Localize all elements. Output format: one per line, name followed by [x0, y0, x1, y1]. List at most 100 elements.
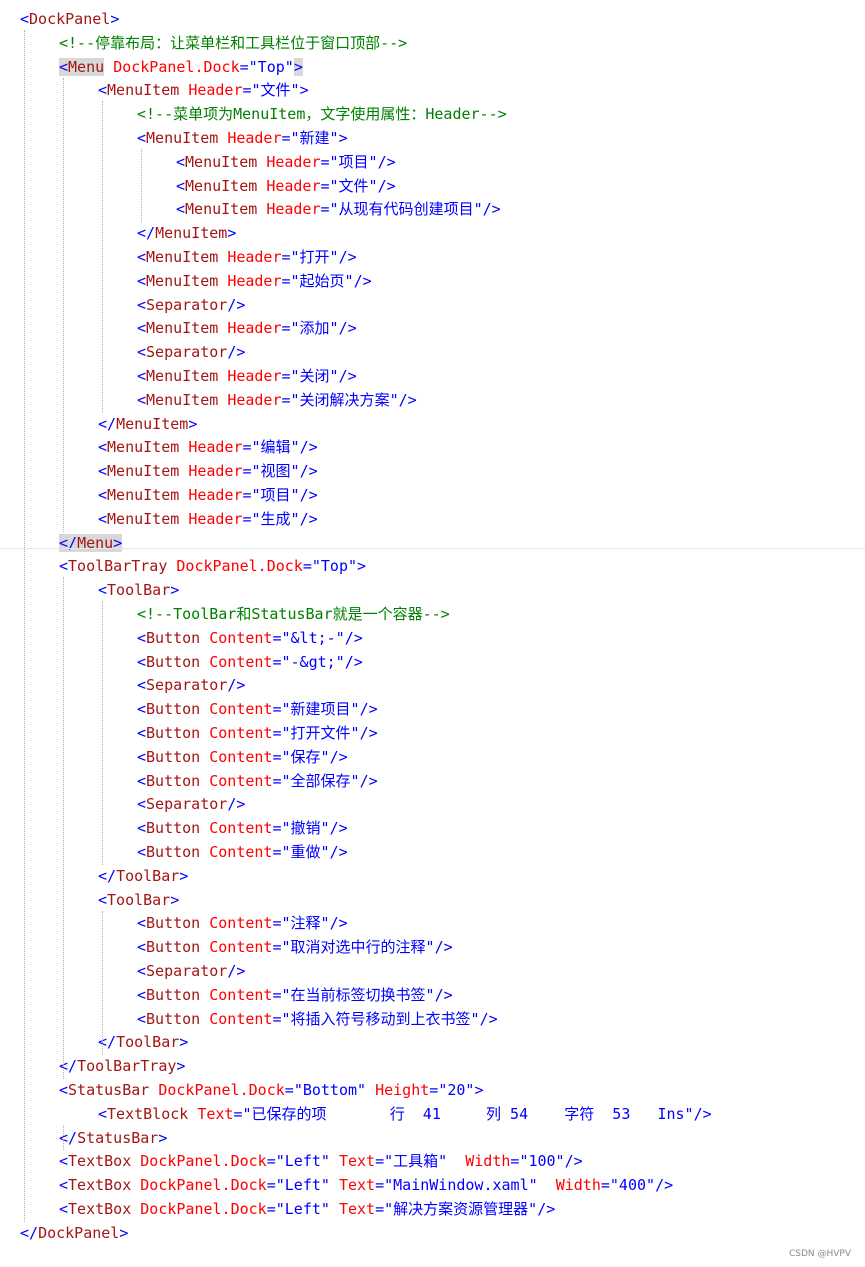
code-line: <Button Content="将插入符号移动到上衣书签"/>: [0, 1008, 865, 1032]
code-token: >: [170, 581, 180, 600]
code-line: </ToolBar>: [0, 1031, 865, 1055]
code-token: <: [176, 200, 186, 219]
code-line: <Separator/>: [0, 674, 865, 698]
code-token: Button: [146, 914, 201, 933]
code-line: <MenuItem Header="项目"/>: [0, 151, 865, 175]
indent-guide: [102, 101, 103, 413]
code-token: =: [600, 1176, 610, 1195]
code-token: Content: [209, 700, 273, 719]
code-token: "400": [609, 1176, 656, 1195]
code-token: />: [479, 1009, 498, 1028]
code-token: Button: [146, 771, 201, 790]
code-token: Separator: [146, 676, 228, 695]
code-line: <ToolBar>: [0, 889, 865, 913]
code-token: />: [227, 295, 246, 314]
code-token: =: [272, 938, 282, 957]
code-token: >: [299, 81, 309, 100]
code-token: />: [329, 819, 348, 838]
code-token: MenuItem: [146, 319, 219, 338]
code-token: "-&gt;": [281, 652, 345, 671]
code-token: <: [59, 557, 69, 576]
code-line: </DockPanel>: [0, 1222, 865, 1246]
code-token: Width: [465, 1152, 511, 1171]
code-token: <: [98, 890, 108, 909]
code-token: Header: [227, 129, 282, 147]
code-token: Content: [209, 819, 273, 838]
code-token: =: [272, 700, 282, 719]
code-line: <Button Content="在当前标签切换书签"/>: [0, 984, 865, 1008]
code-token: >: [338, 129, 348, 147]
code-line: <Button Content="撤销"/>: [0, 817, 865, 841]
code-line: <MenuItem Header="项目"/>: [0, 484, 865, 508]
code-token: Text: [197, 1104, 234, 1123]
code-token: <: [98, 1104, 108, 1123]
code-token: <: [137, 724, 147, 742]
code-token: DockPanel.Dock: [140, 1152, 267, 1171]
code-token: <: [137, 795, 147, 814]
code-line: <StatusBar DockPanel.Dock="Bottom" Heigh…: [0, 1079, 865, 1103]
code-token: Separator: [146, 962, 228, 980]
code-token: =: [266, 1176, 276, 1195]
code-token: />: [299, 438, 318, 457]
code-token: />: [359, 771, 378, 790]
code-token: />: [227, 676, 246, 695]
code-token: Width: [555, 1176, 601, 1195]
code-token: =: [242, 486, 252, 504]
code-token: <: [137, 652, 147, 671]
code-token: "起始页": [290, 271, 354, 290]
code-token: =: [242, 438, 252, 457]
code-line: <Separator/>: [0, 294, 865, 318]
code-token: ToolBar: [116, 1033, 180, 1052]
code-token: <: [20, 10, 30, 28]
code-line: <TextBox DockPanel.Dock="Left" Text="Mai…: [0, 1174, 865, 1198]
code-token: Separator: [146, 795, 228, 814]
code-token: />: [693, 1104, 712, 1123]
code-token: >: [110, 10, 120, 28]
code-token: "编辑": [251, 438, 300, 457]
code-line: <MenuItem Header="视图"/>: [0, 460, 865, 484]
code-token: =: [242, 81, 252, 100]
code-token: "100": [519, 1152, 565, 1171]
code-token: />: [537, 1200, 556, 1218]
code-token: =: [272, 843, 282, 861]
code-token: <: [137, 771, 147, 790]
code-token: =: [272, 724, 282, 742]
code-token: StatusBar: [77, 1128, 159, 1147]
code-line: <Button Content="取消对选中行的注释"/>: [0, 936, 865, 960]
code-line: <Button Content="重做"/>: [0, 841, 865, 865]
code-token: "关闭": [290, 367, 339, 385]
code-token: Button: [146, 724, 201, 742]
code-token: "保存": [281, 747, 330, 766]
code-token: <: [137, 248, 147, 266]
code-line: <MenuItem Header="文件"/>: [0, 175, 865, 199]
code-token: >: [227, 224, 237, 243]
code-token: MenuItem: [107, 462, 180, 481]
code-token: "生成": [251, 509, 300, 528]
code-token: =: [429, 1081, 439, 1099]
code-token: =: [242, 509, 252, 528]
code-token: </: [137, 224, 156, 243]
code-token: =: [239, 57, 249, 76]
code-token: />: [338, 248, 357, 266]
code-token: >: [119, 1223, 129, 1242]
code-token: Header: [266, 200, 321, 219]
code-editor[interactable]: <DockPanel> <!--停靠布局：让菜单栏和工具栏位于窗口顶部--> <Me…: [0, 0, 865, 1267]
code-token: Button: [146, 747, 201, 766]
code-token: MenuItem: [146, 390, 219, 409]
code-token: =: [302, 557, 312, 576]
code-line: <TextBox DockPanel.Dock="Left" Text="工具箱…: [0, 1150, 865, 1174]
code-line: <MenuItem Header="关闭解决方案"/>: [0, 389, 865, 413]
code-token: "新建": [290, 129, 339, 147]
code-token: Content: [209, 914, 273, 933]
code-token: />: [329, 747, 348, 766]
code-token: MenuItem: [107, 486, 180, 504]
